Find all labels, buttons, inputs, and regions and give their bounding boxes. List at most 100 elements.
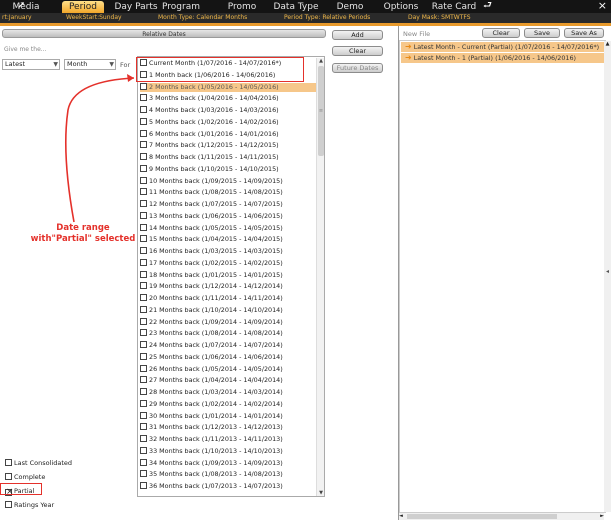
checkbox[interactable] [140,211,147,219]
checkbox[interactable] [140,470,147,478]
subbar-period-type[interactable]: Period Type: Relative Periods [284,13,370,23]
checkbox[interactable] [140,305,147,313]
list-item[interactable]: 16 Months back (1/03/2015 - 14/03/2015) [140,247,321,256]
checkbox[interactable] [140,188,147,196]
list-item[interactable]: 26 Months back (1/05/2014 - 14/05/2014) [140,364,321,374]
list-item[interactable]: 34 Months back (1/09/2013 - 14/09/2013) [140,458,321,468]
scroll-up-icon[interactable]: ▲ [604,41,611,47]
checkbox[interactable] [5,459,12,466]
list-item[interactable]: 11 Months back (1/08/2015 - 14/08/2015) [140,188,321,197]
list-item[interactable]: 9 Months back (1/10/2015 - 14/10/2015) [140,164,321,174]
checkbox[interactable] [140,329,147,337]
selected-period-item[interactable]: ➜ Latest Month - Current (Partial) (1/07/… [401,42,607,52]
menu-rate-card[interactable]: Rate Card [430,1,478,13]
checkbox[interactable] [140,200,147,207]
selected-period-item[interactable]: ➜ Latest Month - 1 (Partial) (1/06/2016 -… [401,53,607,63]
list-item[interactable]: 6 Months back (1/01/2016 - 14/01/2016) [140,129,321,139]
undo-arrow-icon[interactable]: ⮐ [483,0,492,12]
list-item[interactable]: 21 Months back (1/10/2014 - 14/10/2014) [140,305,321,315]
checkbox[interactable] [140,247,147,254]
checkbox[interactable] [140,82,147,90]
checkbox[interactable] [140,388,147,395]
clear-button[interactable]: Clear [332,46,383,56]
checkbox[interactable] [140,482,147,489]
list-scrollbar[interactable]: ▲ ≡ ▼ [316,58,324,496]
right-scrollbar[interactable]: ▲ [604,41,611,512]
checkbox[interactable] [140,364,147,372]
save-button[interactable]: Save [524,28,560,38]
panel-splitter-icon[interactable]: ◂ [606,268,609,275]
menu-data-type[interactable]: Data Type [270,1,322,13]
list-item[interactable]: 29 Months back (1/02/2014 - 14/02/2014) [140,399,321,409]
list-item[interactable]: 14 Months back (1/05/2015 - 14/05/2015) [140,223,321,233]
checkbox[interactable] [140,223,147,231]
checkbox[interactable] [140,411,147,419]
checkbox[interactable] [140,458,147,466]
menu-media[interactable]: Media [6,1,46,13]
list-item[interactable]: 10 Months back (1/09/2015 - 14/09/2015) [140,176,321,186]
close-icon[interactable]: × [598,0,607,12]
menu-demo[interactable]: Demo [330,1,370,13]
checkbox[interactable] [140,106,147,113]
checkbox[interactable] [5,501,12,508]
checkbox[interactable] [140,164,147,172]
list-item[interactable]: 2 Months back (1/05/2016 - 14/05/2016) [140,82,321,92]
scroll-up-icon[interactable]: ▲ [318,58,324,64]
checkbox[interactable] [5,473,12,480]
checkbox[interactable] [140,446,147,454]
scroll-left-icon[interactable]: ◄ [399,513,403,519]
checkbox[interactable] [140,294,147,301]
checkbox[interactable] [140,153,147,160]
list-item[interactable]: 18 Months back (1/01/2015 - 14/01/2015) [140,270,321,280]
checkbox[interactable] [140,258,147,266]
scroll-down-icon[interactable]: ▼ [318,490,324,496]
checkbox[interactable] [140,352,147,360]
list-item[interactable]: 3 Months back (1/04/2016 - 14/04/2016) [140,94,321,103]
selected-periods-list[interactable] [399,40,606,513]
list-item[interactable]: 32 Months back (1/11/2013 - 14/11/2013) [140,435,321,444]
option-last-consolidated[interactable]: Last Consolidated [5,458,72,468]
menu-day-parts[interactable]: Day Parts [110,1,162,13]
list-item[interactable]: 15 Months back (1/04/2015 - 14/04/2015) [140,235,321,244]
list-item[interactable]: 33 Months back (1/10/2013 - 14/10/2013) [140,446,321,456]
right-hscrollbar[interactable]: ◄ ► [399,513,604,520]
list-item[interactable]: 24 Months back (1/07/2014 - 14/07/2014) [140,341,321,350]
subbar-day-mask[interactable]: Day Mask: SMTWTFS [408,13,471,23]
checkbox[interactable] [140,317,147,325]
checkbox[interactable] [140,282,147,290]
list-item[interactable]: 19 Months back (1/12/2014 - 14/12/2014) [140,282,321,291]
checkbox[interactable] [140,270,147,278]
subbar-week-start[interactable]: WeekStart:Sunday [66,13,122,23]
future-dates-button[interactable]: Future Dates [332,63,383,73]
checkbox[interactable] [140,399,147,407]
list-item[interactable]: 7 Months back (1/12/2015 - 14/12/2015) [140,141,321,150]
menu-options[interactable]: Options [380,1,422,13]
menu-program[interactable]: Program [156,1,206,13]
checkbox[interactable] [140,423,147,431]
month-select[interactable]: Month ▼ [64,59,116,70]
list-item[interactable]: 30 Months back (1/01/2014 - 14/01/2014) [140,411,321,421]
save-as-button[interactable]: Save As [564,28,604,38]
checkbox[interactable] [140,117,147,125]
latest-select[interactable]: Latest ▼ [2,59,60,70]
list-item[interactable]: 4 Months back (1/03/2016 - 14/03/2016) [140,106,321,115]
right-clear-button[interactable]: Clear [482,28,520,38]
menu-promo[interactable]: Promo [222,1,262,13]
checkbox[interactable] [140,435,147,442]
subbar-start-month[interactable]: rt:January [2,13,32,23]
hscrollbar-thumb[interactable] [407,514,557,519]
option-complete[interactable]: Complete [5,472,45,482]
option-ratings-year[interactable]: Ratings Year [5,500,54,510]
relative-dates-list[interactable]: Current Month (1/07/2016 - 14/07/2016*) 1… [137,56,325,497]
list-item[interactable]: 35 Months back (1/08/2013 - 14/08/2013) [140,470,321,479]
list-item[interactable]: 22 Months back (1/09/2014 - 14/09/2014) [140,317,321,327]
checkbox[interactable] [140,376,147,384]
add-button[interactable]: Add [332,30,383,40]
list-item[interactable]: 5 Months back (1/02/2016 - 14/02/2016) [140,117,321,127]
checkbox[interactable] [140,341,147,348]
scroll-right-icon[interactable]: ► [600,513,604,519]
subbar-month-type[interactable]: Month Type: Calendar Months [158,13,247,23]
menu-period[interactable]: Period [62,1,104,13]
checkbox[interactable] [140,129,147,137]
checkbox[interactable] [140,141,147,149]
